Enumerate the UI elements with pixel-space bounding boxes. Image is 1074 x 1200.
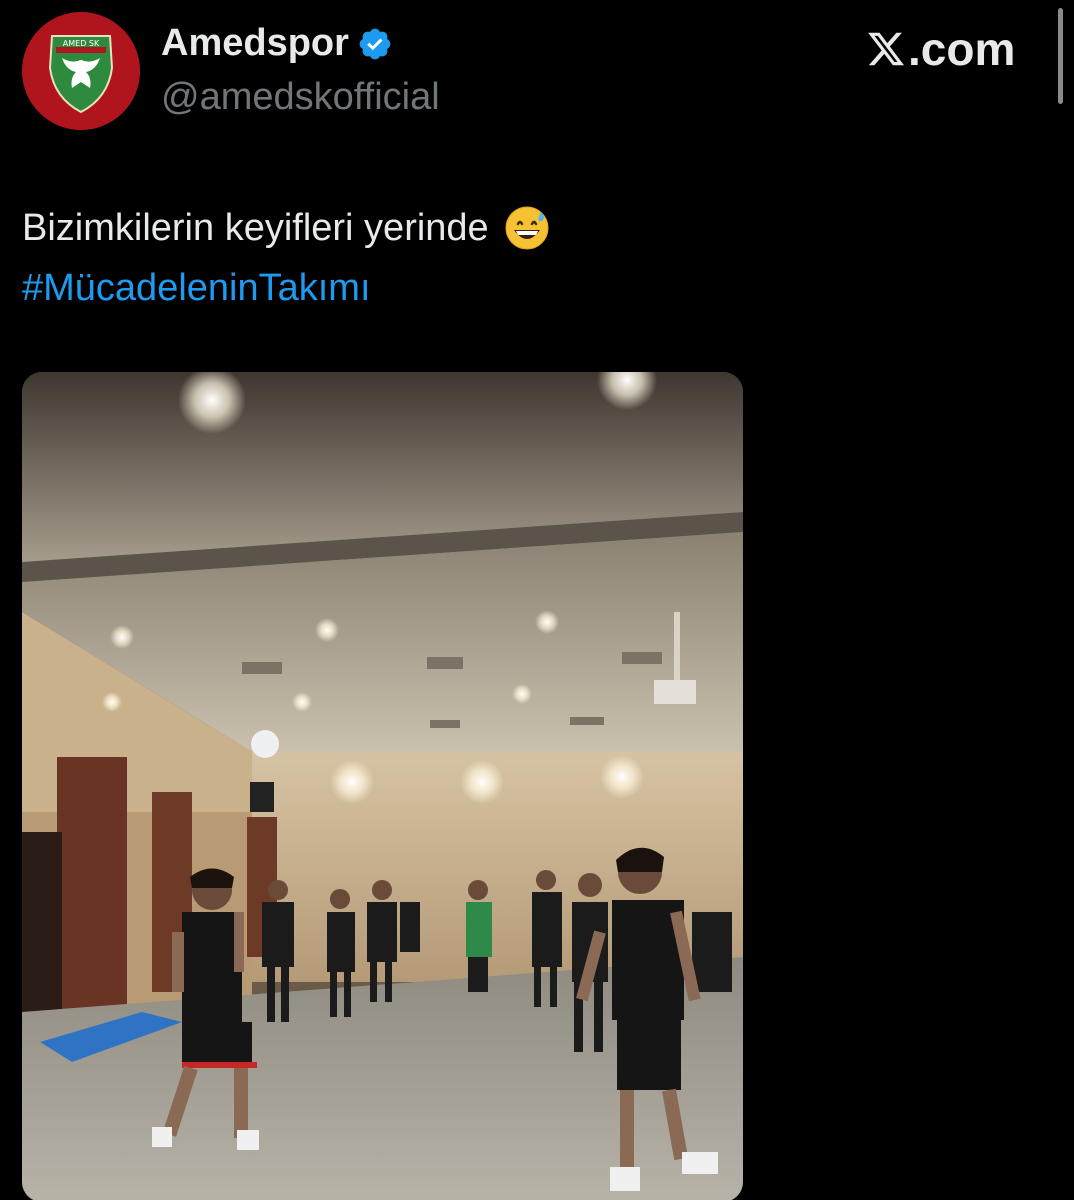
tweet-body: Bizimkilerin keyifleri yerinde	[22, 207, 489, 249]
amedspor-logo-icon: AMED SK	[22, 12, 140, 130]
x-watermark: .com	[866, 22, 1015, 76]
scrollbar[interactable]	[1058, 8, 1063, 104]
tweet-text: Bizimkilerin keyifleri yerinde #Mücadele…	[22, 198, 551, 318]
x-watermark-domain: .com	[908, 23, 1016, 75]
tweet-hashtag-line: #MücadeleninTakımı	[22, 258, 551, 318]
tweet-text-line: Bizimkilerin keyifleri yerinde	[22, 198, 551, 258]
avatar[interactable]: AMED SK	[22, 12, 140, 130]
grinning-face-with-sweat-icon	[503, 204, 551, 252]
user-handle[interactable]: @amedskofficial	[161, 76, 440, 119]
verified-badge-icon	[357, 26, 393, 62]
tweet-video[interactable]	[22, 372, 743, 1200]
video-frame	[22, 372, 743, 1200]
tweet-screenshot: AMED SK Amedspor @amedskofficial .com Bi…	[0, 0, 1074, 1200]
avatar-label: AMED SK	[63, 39, 100, 48]
display-name-row[interactable]: Amedspor	[161, 22, 393, 65]
x-logo-icon	[866, 29, 906, 69]
hashtag-link[interactable]: #MücadeleninTakımı	[22, 258, 371, 318]
display-name[interactable]: Amedspor	[161, 22, 349, 65]
